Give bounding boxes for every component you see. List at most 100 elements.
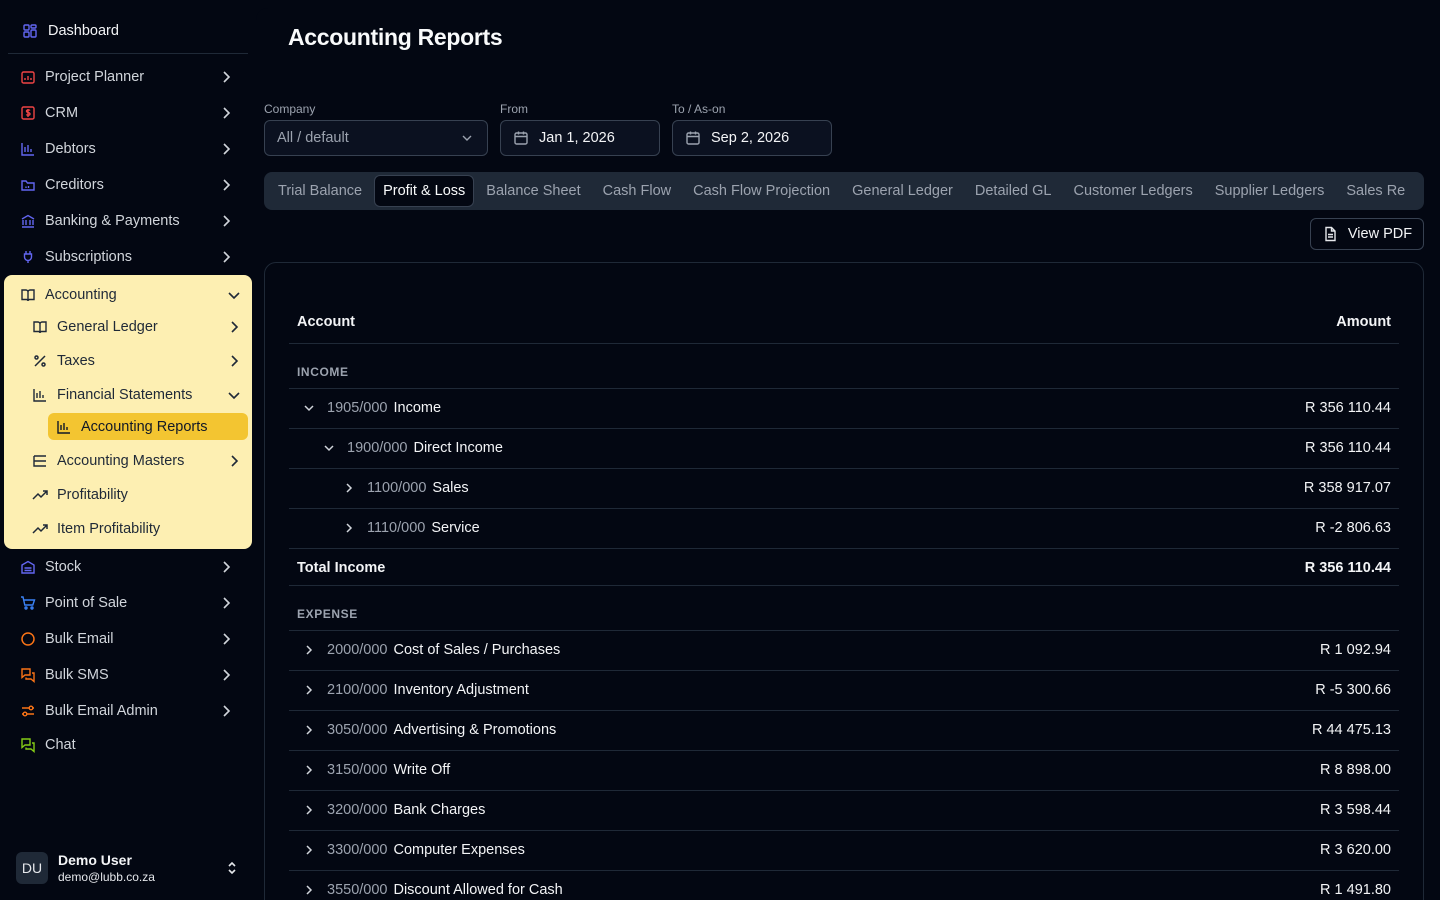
tab-detailed-gl[interactable]: Detailed GL (965, 175, 1062, 207)
page-title: Accounting Reports (288, 24, 503, 50)
table-row[interactable]: 1900/000 Direct Income R 356 110.44 (289, 428, 1399, 468)
sidebar-item-financial-statements[interactable]: Financial Statements (32, 380, 248, 410)
account-amount: R 358 917.07 (1303, 480, 1391, 496)
dashboard-link[interactable]: Dashboard (8, 8, 248, 54)
chevron-down-icon (226, 287, 242, 303)
sidebar-item-profitability[interactable]: Profitability (32, 480, 248, 510)
table-row[interactable]: 1905/000 Income R 356 110.44 (289, 388, 1399, 428)
table-row[interactable]: 3150/000 Write Off R 8 898.00 (289, 750, 1399, 790)
tab-cash-flow[interactable]: Cash Flow (593, 175, 682, 207)
section-expense-label: EXPENSE (297, 607, 358, 621)
chevron-down-icon (459, 130, 475, 146)
to-date-picker[interactable]: Sep 2, 2026 (672, 120, 832, 156)
table-row[interactable]: 3300/000 Computer Expenses R 3 620.00 (289, 830, 1399, 870)
chevron-right-icon[interactable] (301, 882, 317, 898)
sidebar-item-banking[interactable]: Banking & Payments (8, 204, 248, 238)
chevron-right-icon (226, 353, 242, 369)
sidebar-item-taxes[interactable]: Taxes (32, 346, 248, 376)
sidebar-item-bulk-sms[interactable]: Bulk SMS (8, 658, 248, 692)
sidebar-item-stock[interactable]: Stock (8, 550, 248, 584)
company-value: All / default (277, 130, 349, 146)
chevron-right-icon (218, 105, 234, 121)
sidebar-item-accounting-reports[interactable]: Accounting Reports (48, 413, 248, 440)
account-code: 1100/000 (367, 480, 427, 496)
chevron-right-icon (218, 141, 234, 157)
divider (289, 343, 1399, 344)
plug-icon (20, 249, 36, 265)
account-code: 3050/000 (327, 722, 388, 738)
sidebar-item-creditors[interactable]: Creditors (8, 168, 248, 202)
sidebar-item-label: Accounting (45, 287, 117, 303)
tab-balance-sheet[interactable]: Balance Sheet (476, 175, 590, 207)
chevron-right-icon[interactable] (301, 722, 317, 738)
sidebar-item-item-profitability[interactable]: Item Profitability (32, 514, 248, 544)
table-row[interactable]: 1100/000 Sales R 358 917.07 (289, 468, 1399, 508)
table-row[interactable]: 1110/000 Service R -2 806.63 (289, 508, 1399, 548)
tab-cash-flow-projection[interactable]: Cash Flow Projection (683, 175, 840, 207)
percent-icon (32, 353, 48, 369)
tab-trial-balance[interactable]: Trial Balance (268, 175, 372, 207)
account-name: Income (393, 400, 442, 416)
sidebar-item-bulk-email[interactable]: Bulk Email (8, 622, 248, 656)
from-date-picker[interactable]: Jan 1, 2026 (500, 120, 660, 156)
chevron-down-icon[interactable] (301, 400, 317, 416)
chevron-right-icon[interactable] (301, 762, 317, 778)
table-row[interactable]: 2100/000 Inventory Adjustment R -5 300.66 (289, 670, 1399, 710)
company-select[interactable]: All / default (264, 120, 488, 156)
tab-sales-reports[interactable]: Sales Re (1336, 175, 1415, 207)
sidebar-item-point-of-sale[interactable]: Point of Sale (8, 586, 248, 620)
account-name: Direct Income (413, 440, 503, 456)
chevron-right-icon[interactable] (341, 520, 357, 536)
tab-supplier-ledgers[interactable]: Supplier Ledgers (1205, 175, 1335, 207)
table-row[interactable]: 3550/000 Discount Allowed for Cash R 1 491… (289, 870, 1399, 900)
chevron-right-icon (218, 595, 234, 611)
table-row[interactable]: 2000/000 Cost of Sales / Purchases R 1 092… (289, 630, 1399, 670)
tab-general-ledger[interactable]: General Ledger (842, 175, 963, 207)
sidebar-item-general-ledger[interactable]: General Ledger (32, 312, 248, 342)
tab-profit-loss[interactable]: Profit & Loss (374, 175, 475, 207)
account-name: Computer Expenses (393, 842, 525, 858)
sidebar-item-label: Stock (45, 559, 82, 575)
chevron-right-icon[interactable] (341, 480, 357, 496)
report-tabs: Trial Balance Profit & Loss Balance Shee… (264, 172, 1424, 210)
sidebar-item-debtors[interactable]: Debtors (8, 132, 248, 166)
account-code: 3550/000 (327, 882, 388, 898)
sidebar-item-label: CRM (45, 105, 79, 121)
sidebar-item-label: Taxes (57, 353, 95, 369)
account-amount: R 3 598.44 (1320, 802, 1391, 818)
sidebar-item-accounting[interactable]: Accounting (20, 280, 244, 310)
sidebar-item-label: Bulk Email Admin (45, 703, 158, 719)
account-amount: R 44 475.13 (1311, 722, 1391, 738)
calendar-icon (513, 130, 529, 146)
to-date-value: Sep 2, 2026 (711, 130, 790, 146)
file-icon (1322, 226, 1338, 242)
trending-up-icon (32, 487, 48, 503)
total-income-amount: R 356 110.44 (1304, 560, 1391, 576)
user-email: demo@lubb.co.za (58, 870, 155, 884)
tab-customer-ledgers[interactable]: Customer Ledgers (1063, 175, 1202, 207)
account-amount: R 356 110.44 (1305, 400, 1391, 416)
chevron-right-icon[interactable] (301, 802, 317, 818)
sidebar-item-crm[interactable]: CRM (8, 96, 248, 130)
user-menu[interactable]: DU Demo User demo@lubb.co.za (16, 850, 248, 886)
sidebar-item-accounting-masters[interactable]: Accounting Masters (32, 446, 248, 476)
chevron-right-icon[interactable] (301, 682, 317, 698)
chevron-right-icon (218, 667, 234, 683)
sidebar-item-subscriptions[interactable]: Subscriptions (8, 240, 248, 274)
account-name: Discount Allowed for Cash (393, 882, 563, 898)
account-name: Inventory Adjustment (393, 682, 529, 698)
chevron-down-icon[interactable] (321, 440, 337, 456)
chevron-right-icon[interactable] (301, 842, 317, 858)
sidebar-item-project-planner[interactable]: Project Planner (8, 60, 248, 94)
chevron-right-icon (226, 319, 242, 335)
table-row[interactable]: 3050/000 Advertising & Promotions R 44 475… (289, 710, 1399, 750)
chevron-right-icon[interactable] (301, 642, 317, 658)
sidebar-item-chat[interactable]: Chat (8, 728, 248, 762)
table-row[interactable]: 3200/000 Bank Charges R 3 598.44 (289, 790, 1399, 830)
sidebar-item-bulk-email-admin[interactable]: Bulk Email Admin (8, 694, 248, 728)
dashboard-icon (22, 23, 38, 39)
col-header-amount: Amount (1336, 314, 1391, 330)
account-code: 1110/000 (367, 520, 426, 536)
view-pdf-button[interactable]: View PDF (1310, 218, 1424, 250)
folder-chart-icon (20, 177, 36, 193)
